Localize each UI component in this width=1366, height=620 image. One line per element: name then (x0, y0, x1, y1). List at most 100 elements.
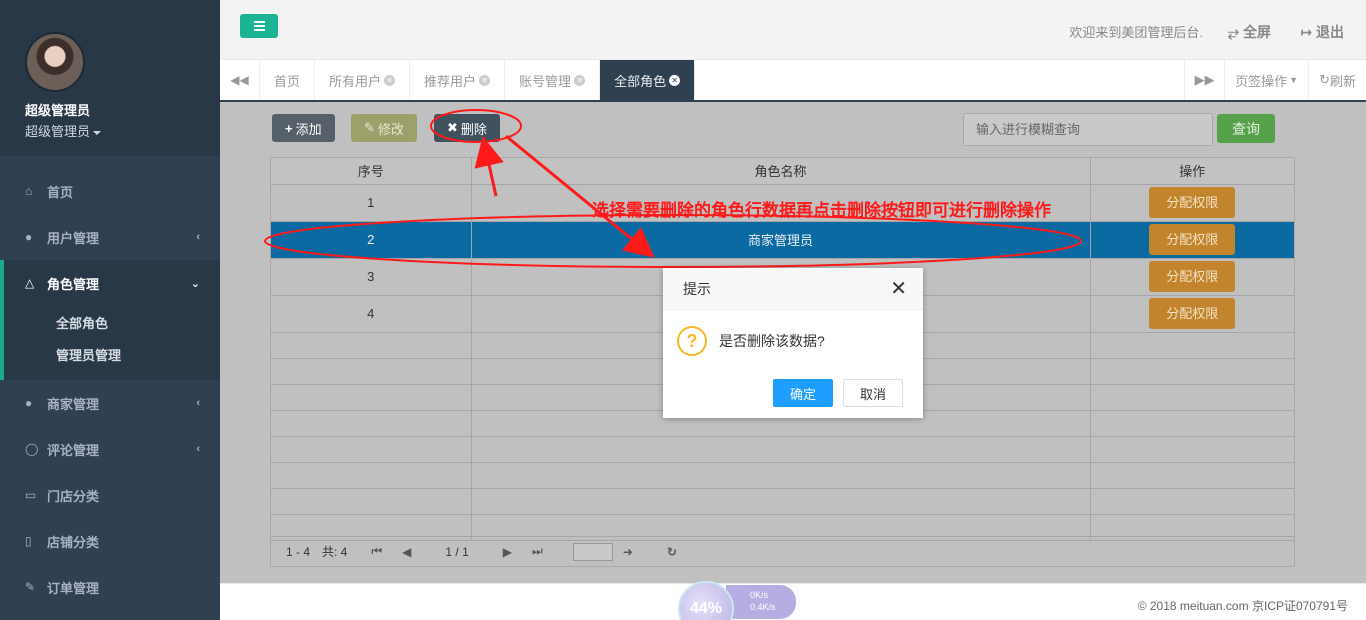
profile-role-dropdown[interactable]: 超级管理员 (25, 121, 220, 140)
tab-label: 所有用户 (329, 73, 382, 89)
prev-page-icon[interactable]: ◀ (402, 545, 411, 559)
network-speed-widget[interactable]: 0K/s 0.4K/s 44% (678, 581, 798, 620)
menu-toggle-button[interactable] (240, 14, 278, 38)
search-input[interactable] (963, 113, 1213, 146)
tab-bar: ◀◀ 首页 所有用户 ✕ 推荐用户 ✕ 账号管理 ✕ 全部角色 ✕ ▶▶ 页签操作 ▼ ↻… (220, 60, 1366, 102)
tab-account-manage[interactable]: 账号管理 ✕ (505, 60, 601, 100)
refresh-icon: ↻ (1319, 72, 1330, 87)
comment-icon: ◯ (25, 442, 39, 456)
cell-action: 分配权限 (1090, 184, 1294, 222)
tab-label: 账号管理 (519, 73, 572, 89)
confirm-dialog: 提示 ✕ ? 是否删除该数据? 确定 取消 (663, 268, 923, 418)
footer: 0K/s 0.4K/s 44% © 2018 meituan.com 京ICP证… (220, 581, 1366, 620)
backward-icon: ◀◀ (230, 73, 249, 87)
close-icon[interactable]: ✕ (479, 74, 491, 86)
user-icon: ● (25, 230, 33, 244)
cell-role-name: 商家管理员 (471, 221, 1091, 259)
sidebar-subitem-all-roles[interactable]: 全部角色 (4, 306, 220, 338)
edit-label: 修改 (377, 121, 404, 137)
file-icon: ▯ (25, 534, 32, 548)
welcome-text: 欢迎来到美团管理后台. (1069, 25, 1203, 40)
sidebar-item-label: 门店分类 (47, 488, 100, 504)
dialog-title: 提示 (663, 268, 923, 310)
assign-permission-button[interactable]: 分配权限 (1149, 224, 1236, 255)
home-icon: ⌂ (25, 184, 33, 198)
dialog-message: 是否删除该数据? (719, 333, 825, 349)
caret-down-icon (93, 130, 102, 135)
tab-label: 首页 (274, 73, 301, 89)
tab-ops-label: 页签操作 (1235, 73, 1288, 89)
edit-icon: ✎ (364, 120, 375, 135)
column-header-role-name[interactable]: 角色名称 (471, 158, 1091, 185)
empty-row (271, 462, 1294, 489)
assign-permission-button[interactable]: 分配权限 (1149, 187, 1236, 218)
delete-button[interactable]: ✖ 删除 (434, 114, 500, 142)
fullscreen-label: 全屏 (1243, 24, 1271, 40)
tab-home[interactable]: 首页 (260, 60, 316, 100)
sidebar-item-users[interactable]: ● 用户管理 ‹ (0, 214, 220, 260)
tab-all-users[interactable]: 所有用户 ✕ (315, 60, 411, 100)
close-icon[interactable]: ✕ (669, 74, 681, 86)
assign-permission-button[interactable]: 分配权限 (1149, 261, 1236, 292)
reload-icon[interactable]: ↻ (667, 545, 677, 559)
net-download-speed: 0.4K/s (750, 602, 776, 612)
add-button[interactable]: + 添加 (272, 114, 335, 142)
flask-icon: △ (25, 276, 35, 290)
table-row-selected[interactable]: 2 商家管理员 分配权限 (271, 221, 1294, 259)
confirm-button[interactable]: 确定 (773, 379, 833, 407)
sidebar-item-shop-category[interactable]: ▯ 店铺分类 (0, 518, 220, 564)
sidebar-item-label: 店铺分类 (47, 534, 100, 550)
first-page-icon[interactable]: ⏮ (371, 544, 382, 559)
sidebar-item-label: 首页 (47, 184, 74, 200)
cancel-button[interactable]: 取消 (843, 379, 903, 407)
search-button[interactable]: 查询 (1217, 114, 1275, 143)
logout-button[interactable]: ↦ 退出 (1300, 22, 1344, 42)
close-icon[interactable]: ✕ (384, 74, 396, 86)
close-icon[interactable]: ✕ (890, 279, 907, 299)
sidebar-item-home[interactable]: ⌂ 首页 (0, 168, 220, 214)
chevron-down-icon: ⌄ (190, 277, 200, 290)
tab-ops-dropdown[interactable]: 页签操作 ▼ (1224, 60, 1308, 100)
column-header-action: 操作 (1090, 158, 1294, 185)
remove-icon: ✖ (447, 120, 458, 135)
chevron-left-icon: ‹ (196, 231, 200, 243)
tab-scroll-right-button[interactable]: ▶▶ (1184, 60, 1224, 100)
sidebar-subitem-admin-manage[interactable]: 管理员管理 (4, 338, 220, 370)
add-label: 添加 (295, 121, 322, 137)
sign-out-icon: ↦ (1300, 24, 1313, 40)
sidebar-item-orders[interactable]: ✎ 订单管理 (0, 564, 220, 610)
profile-role-label: 超级管理员 (25, 124, 91, 139)
assign-permission-button[interactable]: 分配权限 (1149, 298, 1236, 329)
refresh-label: 刷新 (1329, 73, 1356, 89)
sidebar-item-comments[interactable]: ◯ 评论管理 ‹ (0, 426, 220, 472)
pager-page: 1 / 1 (445, 544, 469, 559)
edit-button[interactable]: ✎ 修改 (351, 114, 417, 142)
copyright-text: © 2018 meituan.com 京ICP证070791号 (1137, 599, 1348, 613)
column-header-index[interactable]: 序号 (271, 158, 472, 185)
page-jump-input[interactable] (572, 542, 613, 561)
sidebar-item-store-category[interactable]: ▭ 门店分类 (0, 472, 220, 518)
sidebar-item-label: 评论管理 (47, 442, 100, 458)
profile-name: 超级管理员 (25, 103, 91, 118)
tab-label: 全部角色 (614, 73, 667, 89)
fullscreen-button[interactable]: ⥂ 全屏 (1228, 22, 1271, 42)
go-page-icon[interactable]: ➜ (623, 545, 633, 559)
tab-scroll-left-button[interactable]: ◀◀ (220, 60, 260, 100)
refresh-button[interactable]: ↻ 刷新 (1308, 60, 1366, 100)
cell-action: 分配权限 (1090, 295, 1294, 333)
close-icon[interactable]: ✕ (574, 74, 586, 86)
sidebar-item-label: 用户管理 (47, 230, 100, 246)
pagination: 1 - 4 共: 4 ⏮ ◀ 1 / 1 ▶ ⏭ ➜ ↻ (271, 536, 1294, 566)
avatar[interactable] (25, 32, 85, 92)
next-page-icon[interactable]: ▶ (503, 545, 512, 559)
edit-icon: ✎ (25, 580, 36, 594)
annotation-text: 选择需要删除的角色行数据再点击删除按钮即可进行删除操作 (592, 201, 1051, 220)
delete-label: 删除 (460, 121, 487, 137)
last-page-icon[interactable]: ⏭ (532, 544, 543, 559)
dialog-body: ? 是否删除该数据? (677, 326, 825, 356)
tab-recommended-users[interactable]: 推荐用户 ✕ (410, 60, 506, 100)
tab-all-roles[interactable]: 全部角色 ✕ (600, 60, 696, 100)
question-icon: ? (677, 326, 707, 356)
sidebar-item-merchants[interactable]: ● 商家管理 ‹ (0, 380, 220, 426)
sidebar-item-roles[interactable]: △ 角色管理 ⌄ (4, 260, 220, 306)
